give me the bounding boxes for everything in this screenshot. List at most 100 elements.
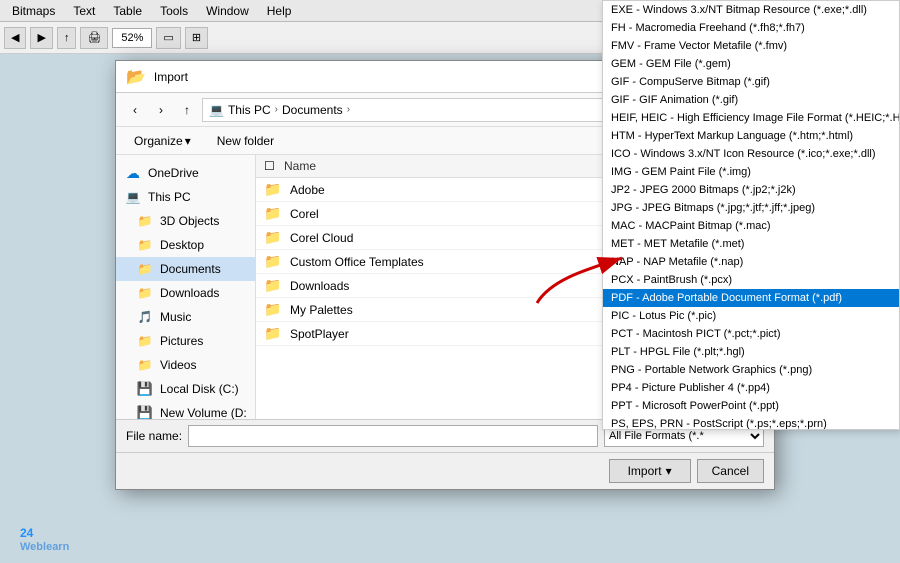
dialog-actions: Import ▾ Cancel bbox=[116, 452, 774, 489]
filetype-item[interactable]: IMG - GEM Paint File (*.img) bbox=[603, 163, 899, 181]
nav-forward-btn[interactable]: › bbox=[150, 99, 172, 121]
folder-pictures-icon: 📁 bbox=[136, 332, 154, 350]
filetype-item[interactable]: PIC - Lotus Pic (*.pic) bbox=[603, 307, 899, 325]
file-name-corelcloud: Corel Cloud bbox=[290, 231, 626, 245]
view-btn[interactable]: ⊞ bbox=[185, 27, 208, 49]
computer-icon: 💻 bbox=[124, 188, 142, 206]
breadcrumb[interactable]: 💻 This PC › Documents › bbox=[202, 98, 610, 122]
folder-icon-mypalettes: 📁 bbox=[264, 301, 282, 318]
filetype-item[interactable]: NAP - NAP Metafile (*.nap) bbox=[603, 253, 899, 271]
filetype-item[interactable]: ICO - Windows 3.x/NT Icon Resource (*.ic… bbox=[603, 145, 899, 163]
filetype-item[interactable]: HTM - HyperText Markup Language (*.htm;*… bbox=[603, 127, 899, 145]
filetype-item[interactable]: PCX - PaintBrush (*.pcx) bbox=[603, 271, 899, 289]
sidebar-item-music[interactable]: 🎵 Music bbox=[116, 305, 255, 329]
filetype-panel: EXE - Windows 3.x/NT Bitmap Resource (*.… bbox=[602, 0, 900, 430]
folder-documents-icon: 📁 bbox=[136, 260, 154, 278]
file-name-spotplayer: SpotPlayer bbox=[290, 327, 626, 341]
sidebar-item-thispc[interactable]: 💻 This PC bbox=[116, 185, 255, 209]
sidebar-label-downloads: Downloads bbox=[160, 286, 219, 300]
print-btn[interactable]: 🖨 bbox=[80, 27, 108, 49]
menu-bitmaps[interactable]: Bitmaps bbox=[4, 2, 63, 20]
filetype-item[interactable]: PCT - Macintosh PICT (*.pct;*.pict) bbox=[603, 325, 899, 343]
filetype-item[interactable]: EXE - Windows 3.x/NT Bitmap Resource (*.… bbox=[603, 1, 899, 19]
filetype-item-pdf[interactable]: PDF - Adobe Portable Document Format (*.… bbox=[603, 289, 899, 307]
menu-table[interactable]: Table bbox=[105, 2, 150, 20]
cancel-button[interactable]: Cancel bbox=[697, 459, 764, 483]
organize-btn[interactable]: Organize ▾ bbox=[126, 132, 199, 150]
filetype-item[interactable]: PPT - Microsoft PowerPoint (*.ppt) bbox=[603, 397, 899, 415]
folder-icon-custom: 📁 bbox=[264, 253, 282, 270]
forward-btn[interactable]: ▶ bbox=[30, 27, 52, 49]
filetype-item[interactable]: MAC - MACPaint Bitmap (*.mac) bbox=[603, 217, 899, 235]
breadcrumb-sep2: › bbox=[347, 104, 350, 115]
sidebar-item-3dobjects[interactable]: 📁 3D Objects bbox=[116, 209, 255, 233]
import-icon: 📂 bbox=[126, 67, 146, 87]
sidebar-label-documents: Documents bbox=[160, 262, 221, 276]
filetype-item[interactable]: PP4 - Picture Publisher 4 (*.pp4) bbox=[603, 379, 899, 397]
sidebar-item-pictures[interactable]: 📁 Pictures bbox=[116, 329, 255, 353]
sidebar-item-newvolume[interactable]: 💾 New Volume (D: bbox=[116, 401, 255, 419]
drive-c-icon: 💾 bbox=[136, 380, 154, 398]
import-button[interactable]: Import ▾ bbox=[609, 459, 691, 483]
filetype-item[interactable]: MET - MET Metafile (*.met) bbox=[603, 235, 899, 253]
filetype-item[interactable]: PNG - Portable Network Graphics (*.png) bbox=[603, 361, 899, 379]
filetype-item[interactable]: PLT - HPGL File (*.plt;*.hgl) bbox=[603, 343, 899, 361]
organize-chevron: ▾ bbox=[185, 134, 191, 148]
filetype-item[interactable]: FMV - Frame Vector Metafile (*.fmv) bbox=[603, 37, 899, 55]
sidebar-item-documents[interactable]: 📁 Documents bbox=[116, 257, 255, 281]
dialog-title: Import bbox=[154, 70, 188, 84]
check-col: ☐ bbox=[264, 159, 284, 173]
zoom-out-btn[interactable]: ▭ bbox=[156, 27, 180, 49]
sidebar-item-videos[interactable]: 📁 Videos bbox=[116, 353, 255, 377]
logo-number: 24 bbox=[20, 526, 33, 540]
breadcrumb-computer-icon: 💻 bbox=[209, 103, 224, 117]
menu-text[interactable]: Text bbox=[65, 2, 103, 20]
sidebar-label-desktop: Desktop bbox=[160, 238, 204, 252]
sidebar-item-desktop[interactable]: 📁 Desktop bbox=[116, 233, 255, 257]
sidebar-label-videos: Videos bbox=[160, 358, 196, 372]
nav-back-btn[interactable]: ‹ bbox=[124, 99, 146, 121]
up-btn[interactable]: ↑ bbox=[57, 27, 77, 49]
sidebar-label-onedrive: OneDrive bbox=[148, 166, 199, 180]
filetype-item[interactable]: JPG - JPEG Bitmaps (*.jpg;*.jtf;*.jff;*.… bbox=[603, 199, 899, 217]
sidebar-label-localdisk: Local Disk (C:) bbox=[160, 382, 239, 396]
sidebar-item-onedrive[interactable]: ☁ OneDrive bbox=[116, 161, 255, 185]
folder-music-icon: 🎵 bbox=[136, 308, 154, 326]
breadcrumb-documents[interactable]: Documents bbox=[282, 103, 343, 117]
import-label: Import bbox=[628, 464, 662, 478]
left-panel: ☁ OneDrive 💻 This PC 📁 3D Objects 📁 Desk… bbox=[116, 155, 256, 419]
sidebar-item-downloads[interactable]: 📁 Downloads bbox=[116, 281, 255, 305]
logo: 24 Weblearn bbox=[20, 514, 69, 553]
folder-videos-icon: 📁 bbox=[136, 356, 154, 374]
filetype-item[interactable]: GIF - GIF Animation (*.gif) bbox=[603, 91, 899, 109]
zoom-input[interactable] bbox=[112, 28, 152, 48]
drive-d-icon: 💾 bbox=[136, 404, 154, 419]
folder-3d-icon: 📁 bbox=[136, 212, 154, 230]
new-folder-btn[interactable]: New folder bbox=[207, 132, 284, 150]
red-arrow bbox=[532, 248, 632, 308]
cloud-icon: ☁ bbox=[124, 164, 142, 182]
menu-tools[interactable]: Tools bbox=[152, 2, 196, 20]
filename-input[interactable] bbox=[188, 425, 598, 447]
sidebar-label-pictures: Pictures bbox=[160, 334, 203, 348]
filetype-item[interactable]: PS, EPS, PRN - PostScript (*.ps;*.eps;*.… bbox=[603, 415, 899, 430]
filetype-item[interactable]: FH - Macromedia Freehand (*.fh8;*.fh7) bbox=[603, 19, 899, 37]
folder-downloads-icon: 📁 bbox=[136, 284, 154, 302]
sidebar-item-localdisk[interactable]: 💾 Local Disk (C:) bbox=[116, 377, 255, 401]
organize-label: Organize bbox=[134, 134, 183, 148]
filetype-item[interactable]: JP2 - JPEG 2000 Bitmaps (*.jp2;*.j2k) bbox=[603, 181, 899, 199]
back-btn[interactable]: ◀ bbox=[4, 27, 26, 49]
import-chevron-icon: ▾ bbox=[666, 464, 672, 478]
filetype-item[interactable]: GEM - GEM File (*.gem) bbox=[603, 55, 899, 73]
nav-up-btn[interactable]: ↑ bbox=[176, 99, 198, 121]
name-col-header[interactable]: Name bbox=[284, 159, 626, 173]
filetype-item[interactable]: GIF - CompuServe Bitmap (*.gif) bbox=[603, 73, 899, 91]
menu-window[interactable]: Window bbox=[198, 2, 257, 20]
sidebar-label-3dobjects: 3D Objects bbox=[160, 214, 219, 228]
breadcrumb-this-pc[interactable]: This PC bbox=[228, 103, 271, 117]
menu-help[interactable]: Help bbox=[259, 2, 300, 20]
folder-desktop-icon: 📁 bbox=[136, 236, 154, 254]
folder-icon-corel: 📁 bbox=[264, 205, 282, 222]
folder-icon-corelcloud: 📁 bbox=[264, 229, 282, 246]
filetype-item[interactable]: HEIF, HEIC - High Efficiency Image File … bbox=[603, 109, 899, 127]
